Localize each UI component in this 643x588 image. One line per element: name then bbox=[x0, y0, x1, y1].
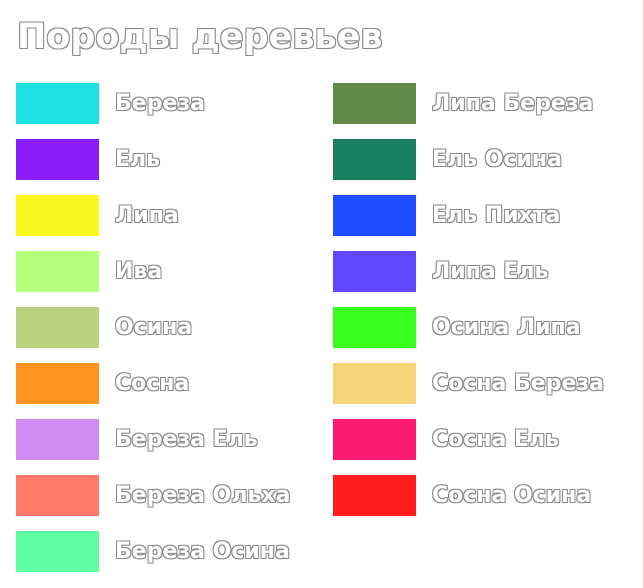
legend-swatch bbox=[16, 138, 99, 180]
legend-label: Сосна Береза bbox=[432, 370, 604, 396]
legend-swatch bbox=[16, 194, 99, 236]
legend-item: Сосна bbox=[16, 362, 290, 404]
legend-item: Береза Ель bbox=[16, 418, 290, 460]
legend-swatch bbox=[333, 474, 416, 516]
legend-item: Ель bbox=[16, 138, 290, 180]
legend-label: Липа bbox=[115, 202, 179, 228]
legend-item: Ель Осина bbox=[333, 138, 604, 180]
legend-swatch bbox=[16, 474, 99, 516]
legend-label: Береза bbox=[115, 90, 205, 116]
legend-label: Ель Осина bbox=[432, 146, 562, 172]
legend-label: Береза Ольха bbox=[115, 482, 291, 508]
legend-swatch bbox=[333, 306, 416, 348]
legend-item: Липа Береза bbox=[333, 82, 604, 124]
legend-item: Сосна Береза bbox=[333, 362, 604, 404]
legend-swatch bbox=[333, 362, 416, 404]
legend-label: Липа Ель bbox=[432, 258, 549, 284]
legend-column-right: Липа Береза Ель Осина Ель Пихта Липа Ель… bbox=[333, 82, 604, 530]
legend-item: Сосна Осина bbox=[333, 474, 604, 516]
legend-item: Береза Ольха bbox=[16, 474, 290, 516]
legend-label: Сосна Ель bbox=[432, 426, 560, 452]
legend-item: Липа bbox=[16, 194, 290, 236]
map-legend: Породы деревьев Береза Ель Липа Ива Осин… bbox=[0, 0, 643, 588]
legend-column-left: Береза Ель Липа Ива Осина Сосна Береза Е… bbox=[16, 82, 290, 586]
legend-swatch bbox=[333, 194, 416, 236]
legend-label: Береза Ель bbox=[115, 426, 258, 452]
legend-item: Сосна Ель bbox=[333, 418, 604, 460]
legend-label: Осина Липа bbox=[432, 314, 581, 340]
legend-swatch bbox=[16, 530, 99, 572]
legend-swatch bbox=[333, 250, 416, 292]
legend-swatch bbox=[333, 82, 416, 124]
legend-swatch bbox=[16, 82, 99, 124]
legend-label: Липа Береза bbox=[432, 90, 594, 116]
legend-label: Ива bbox=[115, 258, 163, 284]
legend-item: Липа Ель bbox=[333, 250, 604, 292]
legend-label: Ель Пихта bbox=[432, 202, 561, 228]
legend-item: Ель Пихта bbox=[333, 194, 604, 236]
legend-label: Осина bbox=[115, 314, 193, 340]
legend-title: Породы деревьев bbox=[17, 17, 383, 57]
legend-swatch bbox=[333, 138, 416, 180]
legend-item: Осина Липа bbox=[333, 306, 604, 348]
legend-label: Береза Осина bbox=[115, 538, 290, 564]
legend-item: Береза Осина bbox=[16, 530, 290, 572]
legend-label: Сосна bbox=[115, 370, 190, 396]
legend-swatch bbox=[16, 306, 99, 348]
legend-label: Ель bbox=[115, 146, 161, 172]
legend-label: Сосна Осина bbox=[432, 482, 592, 508]
legend-item: Береза bbox=[16, 82, 290, 124]
legend-swatch bbox=[16, 362, 99, 404]
legend-swatch bbox=[333, 418, 416, 460]
legend-swatch bbox=[16, 250, 99, 292]
legend-item: Ива bbox=[16, 250, 290, 292]
legend-swatch bbox=[16, 418, 99, 460]
legend-item: Осина bbox=[16, 306, 290, 348]
